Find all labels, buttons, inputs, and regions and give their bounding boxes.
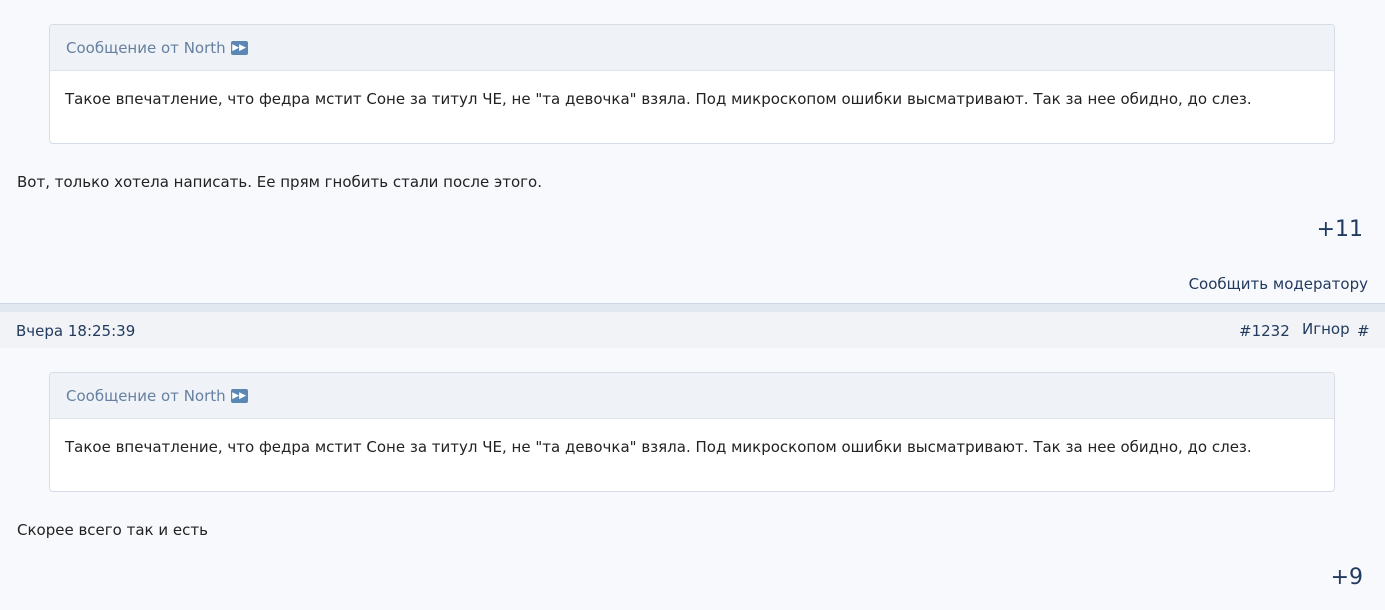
quote-text: Такое впечатление, что федра мстит Соне …	[65, 438, 1252, 456]
post-rating: +9	[1330, 565, 1363, 590]
quote-header: Сообщение от North ▶▶	[50, 373, 1334, 419]
jump-to-post-icon[interactable]: ▶▶	[230, 40, 248, 55]
permalink-hash[interactable]: #	[1357, 322, 1370, 340]
quote-block: Сообщение от North ▶▶ Такое впечатление,…	[49, 24, 1335, 144]
quote-block: Сообщение от North ▶▶ Такое впечатление,…	[49, 372, 1335, 492]
post-text: Скорее всего так и есть	[17, 521, 208, 539]
quote-header-prefix: Сообщение от	[66, 386, 179, 405]
quote-header-prefix: Сообщение от	[66, 38, 179, 57]
post-rating: +11	[1316, 217, 1363, 242]
report-moderator-link[interactable]: Сообщить модератору	[1189, 275, 1368, 293]
quote-text: Такое впечатление, что федра мстит Соне …	[65, 90, 1252, 108]
quote-author[interactable]: North	[184, 39, 226, 57]
quote-author[interactable]: North	[184, 387, 226, 405]
post-divider	[0, 303, 1385, 312]
post-header: Вчера 18:25:39 #1232 Игнор #	[0, 312, 1385, 348]
post-date: Вчера 18:25:39	[16, 322, 136, 340]
ignore-button[interactable]: Игнор	[1302, 320, 1350, 338]
jump-to-post-icon[interactable]: ▶▶	[230, 388, 248, 403]
post-number-link[interactable]: #1232	[1239, 322, 1290, 340]
post-text: Вот, только хотела написать. Ее прям гно…	[17, 173, 542, 191]
quote-header: Сообщение от North ▶▶	[50, 25, 1334, 71]
